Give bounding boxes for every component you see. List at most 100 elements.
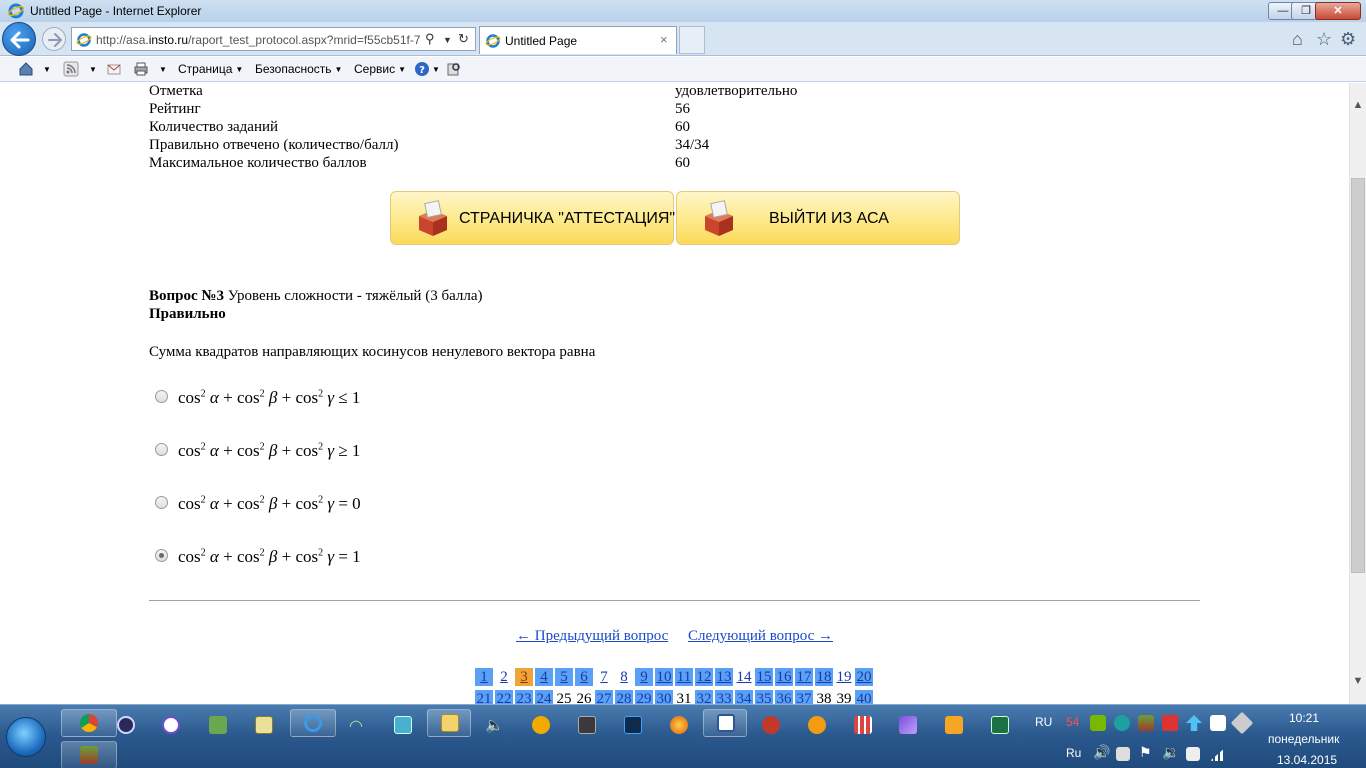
- excel-icon[interactable]: [991, 716, 1009, 734]
- page-link-5[interactable]: 5: [555, 668, 573, 686]
- tab-untitled-page[interactable]: Untitled Page ×: [479, 26, 677, 54]
- page-link-12[interactable]: 12: [695, 668, 713, 686]
- page-link-19[interactable]: 19: [835, 668, 853, 686]
- photoshop-icon[interactable]: [624, 716, 642, 734]
- rss-dropdown-icon[interactable]: ▼: [89, 65, 97, 74]
- page-menu[interactable]: Страница ▼: [178, 62, 243, 76]
- address-url[interactable]: http://asa.insto.ru/raport_test_protocol…: [96, 33, 421, 47]
- grid-app-icon[interactable]: [854, 716, 872, 734]
- tray-pen-icon[interactable]: [1230, 711, 1254, 735]
- home-dropdown-icon[interactable]: ▼: [43, 65, 51, 74]
- page-link-16[interactable]: 16: [775, 668, 793, 686]
- attestation-page-button[interactable]: СТРАНИЧКА "АТТЕСТАЦИЯ": [390, 191, 675, 245]
- scroll-up-arrow-icon[interactable]: ▲: [1351, 97, 1365, 114]
- orange-app-icon[interactable]: [808, 716, 826, 734]
- page-link-2[interactable]: 2: [495, 668, 513, 686]
- settings-gear-icon[interactable]: ⚙: [1340, 29, 1356, 50]
- taskbar-ie-button[interactable]: [290, 709, 336, 737]
- tray-volume-icon[interactable]: 🔉: [1162, 744, 1179, 761]
- scroll-thumb[interactable]: [1351, 178, 1365, 573]
- page-link-33[interactable]: 33: [715, 690, 733, 704]
- nvidia-tray-icon[interactable]: [1090, 715, 1106, 731]
- answer-option-2[interactable]: cos2 α + cos2 β + cos2 γ ≥ 1: [155, 441, 555, 467]
- page-link-25[interactable]: 25: [555, 690, 573, 704]
- option-radio[interactable]: [155, 443, 168, 456]
- vertical-scrollbar[interactable]: ▲ ▼: [1349, 83, 1366, 704]
- page-link-36[interactable]: 36: [775, 690, 793, 704]
- answer-option-4[interactable]: cos2 α + cos2 β + cos2 γ = 1: [155, 547, 555, 573]
- option-radio[interactable]: [155, 496, 168, 509]
- clock-time[interactable]: 10:21: [1289, 711, 1319, 725]
- page-link-30[interactable]: 30: [655, 690, 673, 704]
- mail-icon[interactable]: [106, 61, 122, 77]
- page-link-21[interactable]: 21: [475, 690, 493, 704]
- camera-app-icon[interactable]: [578, 716, 596, 734]
- taskbar-winrar-button[interactable]: [61, 741, 117, 768]
- clock-date[interactable]: 13.04.2015: [1277, 753, 1337, 767]
- avast-icon[interactable]: [532, 716, 550, 734]
- page-link-17[interactable]: 17: [795, 668, 813, 686]
- keyboard-layout-indicator[interactable]: RU: [1035, 715, 1052, 729]
- help-dropdown-icon[interactable]: ▼: [432, 65, 440, 74]
- player-app-icon[interactable]: [945, 716, 963, 734]
- next-question-link[interactable]: Следующий вопрос →: [688, 628, 833, 644]
- taskbar-word-button[interactable]: [703, 709, 747, 737]
- research-icon[interactable]: [446, 61, 462, 77]
- red-app-icon[interactable]: [762, 716, 780, 734]
- answer-option-3[interactable]: cos2 α + cos2 β + cos2 γ = 0: [155, 494, 555, 520]
- home-icon[interactable]: [18, 61, 34, 77]
- page-link-27[interactable]: 27: [595, 690, 613, 704]
- page-link-1[interactable]: 1: [475, 668, 493, 686]
- rss-feed-icon[interactable]: [63, 61, 79, 77]
- page-link-24[interactable]: 24: [535, 690, 553, 704]
- tray-sound-icon[interactable]: 🔊: [1093, 744, 1110, 761]
- taskbar-explorer-button[interactable]: [427, 709, 471, 737]
- tab-close-icon[interactable]: ×: [660, 32, 668, 47]
- tray-stack-icon[interactable]: [1138, 715, 1154, 731]
- forward-button[interactable]: [42, 27, 66, 51]
- page-link-10[interactable]: 10: [655, 668, 673, 686]
- tray-monitor-icon[interactable]: [1116, 747, 1130, 761]
- page-link-26[interactable]: 26: [575, 690, 593, 704]
- address-dropdown-icon[interactable]: ▼: [443, 35, 452, 45]
- visual-studio-icon[interactable]: [899, 716, 917, 734]
- option-radio-selected[interactable]: [155, 549, 168, 562]
- page-link-3[interactable]: 3: [515, 668, 533, 686]
- page-link-11[interactable]: 11: [675, 668, 693, 686]
- page-link-20[interactable]: 20: [855, 668, 873, 686]
- tray-flag-icon[interactable]: ⚑: [1139, 744, 1152, 761]
- print-dropdown-icon[interactable]: ▼: [159, 65, 167, 74]
- page-link-32[interactable]: 32: [695, 690, 713, 704]
- page-link-6[interactable]: 6: [575, 668, 593, 686]
- taskbar-chrome-button[interactable]: [61, 709, 117, 737]
- temperature-indicator[interactable]: 54: [1066, 715, 1079, 729]
- page-link-7[interactable]: 7: [595, 668, 613, 686]
- clock-day[interactable]: понедельник: [1268, 732, 1339, 746]
- page-link-35[interactable]: 35: [755, 690, 773, 704]
- answer-option-1[interactable]: cos2 α + cos2 β + cos2 γ ≤ 1: [155, 388, 555, 414]
- page-link-9[interactable]: 9: [635, 668, 653, 686]
- address-bar[interactable]: http://asa.insto.ru/raport_test_protocol…: [71, 27, 476, 51]
- refresh-icon[interactable]: ↻: [458, 31, 469, 47]
- page-link-34[interactable]: 34: [735, 690, 753, 704]
- wifi-app-icon[interactable]: ◠: [347, 716, 365, 735]
- security-menu[interactable]: Безопасность ▼: [255, 62, 342, 76]
- page-link-29[interactable]: 29: [635, 690, 653, 704]
- firefox-icon[interactable]: [670, 716, 688, 734]
- search-icon[interactable]: ⚲: [425, 31, 435, 47]
- page-link-15[interactable]: 15: [755, 668, 773, 686]
- tray-upload-icon[interactable]: [1186, 715, 1202, 731]
- page-link-28[interactable]: 28: [615, 690, 633, 704]
- prev-question-link[interactable]: ← Предыдущий вопрос: [516, 628, 668, 644]
- home-icon[interactable]: ⌂: [1292, 29, 1303, 50]
- page-link-40[interactable]: 40: [855, 690, 873, 704]
- exit-asa-button[interactable]: ВЫЙТИ ИЗ АСА: [676, 191, 960, 245]
- android-app-icon[interactable]: [209, 716, 227, 734]
- tray-device-icon[interactable]: [1186, 747, 1200, 761]
- page-link-39[interactable]: 39: [835, 690, 853, 704]
- page-link-22[interactable]: 22: [495, 690, 513, 704]
- scroll-down-arrow-icon[interactable]: ▼: [1351, 673, 1365, 690]
- page-link-31[interactable]: 31: [675, 690, 693, 704]
- notes-app-icon[interactable]: [255, 716, 273, 734]
- favorites-star-icon[interactable]: ☆: [1316, 29, 1332, 50]
